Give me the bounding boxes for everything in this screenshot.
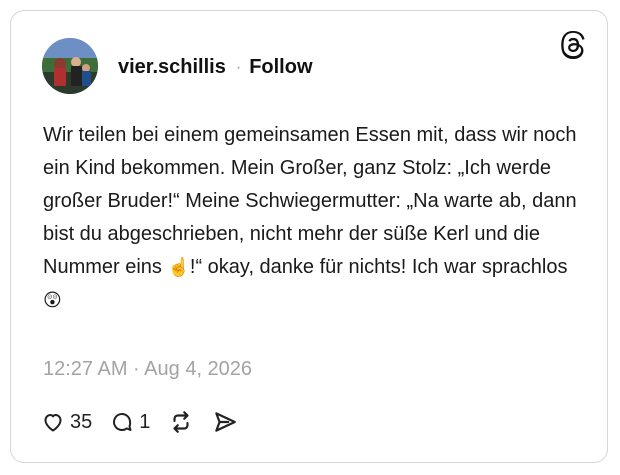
post-text: Wir teilen bei einem gemeinsamen Essen m… xyxy=(43,119,583,317)
astonished-emoji: 😲 xyxy=(43,290,62,310)
reply-button[interactable]: 1 xyxy=(110,410,150,434)
like-button[interactable]: 35 xyxy=(41,410,92,434)
post-header: vier.schillis · Follow xyxy=(118,56,313,79)
repost-icon xyxy=(173,411,189,433)
comment-icon xyxy=(113,413,132,431)
post-timestamp[interactable]: 12:27 AM · Aug 4, 2026 xyxy=(43,358,252,381)
post-text-part-1: Wir teilen bei einem gemeinsamen Essen m… xyxy=(43,124,577,278)
repost-button[interactable] xyxy=(168,409,194,435)
pointing-up-emoji: ☝️ xyxy=(167,257,190,277)
heart-icon xyxy=(44,414,62,432)
share-button[interactable] xyxy=(212,409,238,435)
share-icon xyxy=(215,412,237,432)
separator-dot: · xyxy=(235,58,242,76)
post-text-part-2: !“ okay, danke für nichts! Ich war sprac… xyxy=(189,256,568,278)
reply-count: 1 xyxy=(139,410,151,433)
follow-button[interactable]: Follow xyxy=(249,56,312,79)
threads-logo-icon[interactable] xyxy=(559,31,587,59)
action-bar: 35 1 xyxy=(41,409,256,435)
username[interactable]: vier.schillis xyxy=(118,56,226,79)
avatar[interactable] xyxy=(42,38,98,94)
post-card: vier.schillis · Follow Wir teilen bei ei… xyxy=(10,10,608,463)
like-count: 35 xyxy=(70,410,93,433)
